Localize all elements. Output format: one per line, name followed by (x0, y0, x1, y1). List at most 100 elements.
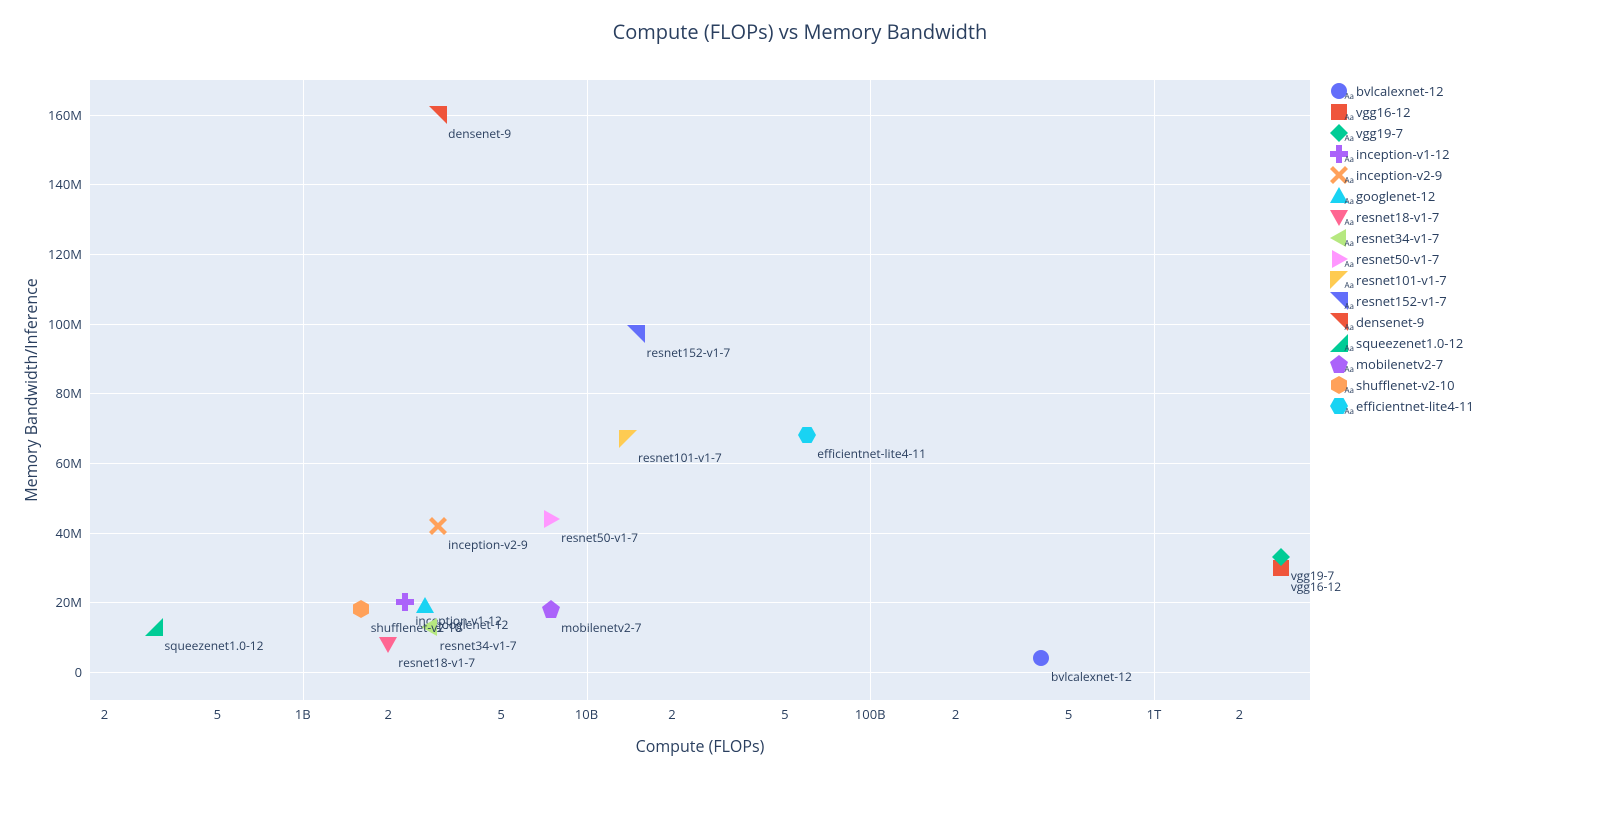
data-point-label: shufflenet-v2-10 (371, 619, 462, 636)
legend-item-resnet18-v1-7[interactable]: Aaresnet18-v1-7 (1330, 206, 1474, 227)
legend-item-resnet101-v1-7[interactable]: Aaresnet101-v1-7 (1330, 269, 1474, 290)
text-glyph-icon: Aa (1344, 238, 1354, 249)
data-point-label: vgg19-7 (1291, 567, 1334, 584)
text-glyph-icon: Aa (1344, 343, 1354, 354)
gridline-h (90, 254, 1310, 255)
legend-swatch: Aa (1330, 208, 1352, 226)
legend-label: shufflenet-v2-10 (1356, 376, 1455, 394)
legend-swatch: Aa (1330, 397, 1352, 415)
legend-label: resnet34-v1-7 (1356, 229, 1439, 247)
x-tick-label: 1T (1147, 705, 1162, 723)
text-glyph-icon: Aa (1344, 154, 1354, 165)
x-tick-label: 5 (497, 705, 504, 723)
gridline-h (90, 393, 1310, 394)
marker-icon (619, 430, 637, 448)
x-axis-title: Compute (FLOPs) (90, 735, 1310, 757)
marker-icon (429, 106, 447, 124)
legend-swatch: Aa (1330, 334, 1352, 352)
gridline-v (587, 80, 588, 700)
text-glyph-icon: Aa (1344, 133, 1354, 144)
data-point-label: squeezenet1.0-12 (164, 637, 263, 654)
legend-label: inception-v1-12 (1356, 145, 1450, 163)
marker-icon (1032, 649, 1050, 667)
legend-item-vgg19-7[interactable]: Aavgg19-7 (1330, 122, 1474, 143)
legend-swatch: Aa (1330, 271, 1352, 289)
legend-label: bvlcalexnet-12 (1356, 82, 1444, 100)
legend-label: googlenet-12 (1356, 187, 1435, 205)
gridline-h (90, 115, 1310, 116)
y-tick-label: 60M (0, 454, 82, 472)
text-glyph-icon: Aa (1344, 196, 1354, 207)
y-tick-label: 0 (0, 663, 82, 681)
text-glyph-icon: Aa (1344, 364, 1354, 375)
data-point-label: resnet152-v1-7 (646, 344, 730, 361)
y-tick-label: 160M (0, 106, 82, 124)
text-glyph-icon: Aa (1344, 175, 1354, 186)
legend-label: squeezenet1.0-12 (1356, 334, 1463, 352)
legend-item-bvlcalexnet-12[interactable]: Aabvlcalexnet-12 (1330, 80, 1474, 101)
y-tick-label: 40M (0, 524, 82, 542)
y-tick-label: 140M (0, 175, 82, 193)
legend-swatch: Aa (1330, 250, 1352, 268)
legend-item-vgg16-12[interactable]: Aavgg16-12 (1330, 101, 1474, 122)
legend-swatch: Aa (1330, 376, 1352, 394)
text-glyph-icon: Aa (1344, 406, 1354, 417)
legend-item-squeezenet1.0-12[interactable]: Aasqueezenet1.0-12 (1330, 332, 1474, 353)
gridline-v (1154, 80, 1155, 700)
legend-item-resnet34-v1-7[interactable]: Aaresnet34-v1-7 (1330, 227, 1474, 248)
x-tick-label: 2 (952, 705, 959, 723)
legend-swatch: Aa (1330, 292, 1352, 310)
x-tick-label: 100B (855, 705, 886, 723)
x-tick-label: 2 (101, 705, 108, 723)
y-tick-label: 80M (0, 384, 82, 402)
plot-area[interactable]: bvlcalexnet-12vgg16-12vgg19-7inception-v… (90, 80, 1310, 700)
data-point-label: resnet50-v1-7 (561, 529, 638, 546)
marker-icon (379, 635, 397, 653)
chart-root: Compute (FLOPs) vs Memory Bandwidth bvlc… (0, 0, 1600, 835)
legend-item-inception-v2-9[interactable]: Aainception-v2-9 (1330, 164, 1474, 185)
legend-item-mobilenetv2-7[interactable]: Aamobilenetv2-7 (1330, 353, 1474, 374)
legend-label: inception-v2-9 (1356, 166, 1442, 184)
text-glyph-icon: Aa (1344, 259, 1354, 270)
legend-swatch: Aa (1330, 166, 1352, 184)
x-tick-label: 10B (575, 705, 598, 723)
data-point-label: mobilenetv2-7 (561, 619, 641, 636)
legend-label: resnet152-v1-7 (1356, 292, 1447, 310)
legend-swatch: Aa (1330, 229, 1352, 247)
gridline-v (870, 80, 871, 700)
gridline-v (303, 80, 304, 700)
legend-swatch: Aa (1330, 82, 1352, 100)
marker-icon (352, 600, 370, 618)
data-point-label: resnet18-v1-7 (398, 654, 475, 671)
marker-icon (145, 618, 163, 636)
legend-swatch: Aa (1330, 124, 1352, 142)
data-point-label: resnet101-v1-7 (638, 449, 722, 466)
text-glyph-icon: Aa (1344, 385, 1354, 396)
legend-item-inception-v1-12[interactable]: Aainception-v1-12 (1330, 143, 1474, 164)
legend-item-densenet-9[interactable]: Aadensenet-9 (1330, 311, 1474, 332)
legend-item-resnet152-v1-7[interactable]: Aaresnet152-v1-7 (1330, 290, 1474, 311)
legend[interactable]: Aabvlcalexnet-12Aavgg16-12Aavgg19-7Aainc… (1330, 80, 1474, 416)
text-glyph-icon: Aa (1344, 91, 1354, 102)
legend-label: vgg16-12 (1356, 103, 1411, 121)
x-tick-label: 2 (384, 705, 391, 723)
legend-item-googlenet-12[interactable]: Aagooglenet-12 (1330, 185, 1474, 206)
legend-label: resnet50-v1-7 (1356, 250, 1439, 268)
gridline-h (90, 533, 1310, 534)
legend-label: resnet18-v1-7 (1356, 208, 1439, 226)
legend-label: efficientnet-lite4-11 (1356, 397, 1474, 415)
x-tick-label: 5 (214, 705, 221, 723)
marker-icon (542, 600, 560, 618)
legend-swatch: Aa (1330, 355, 1352, 373)
y-tick-label: 100M (0, 315, 82, 333)
marker-icon (396, 593, 414, 611)
legend-swatch: Aa (1330, 103, 1352, 121)
data-point-label: bvlcalexnet-12 (1051, 668, 1132, 685)
data-point-label: densenet-9 (448, 125, 511, 142)
legend-item-shufflenet-v2-10[interactable]: Aashufflenet-v2-10 (1330, 374, 1474, 395)
marker-icon (429, 517, 447, 535)
legend-item-resnet50-v1-7[interactable]: Aaresnet50-v1-7 (1330, 248, 1474, 269)
legend-label: vgg19-7 (1356, 124, 1403, 142)
legend-item-efficientnet-lite4-11[interactable]: Aaefficientnet-lite4-11 (1330, 395, 1474, 416)
text-glyph-icon: Aa (1344, 217, 1354, 228)
